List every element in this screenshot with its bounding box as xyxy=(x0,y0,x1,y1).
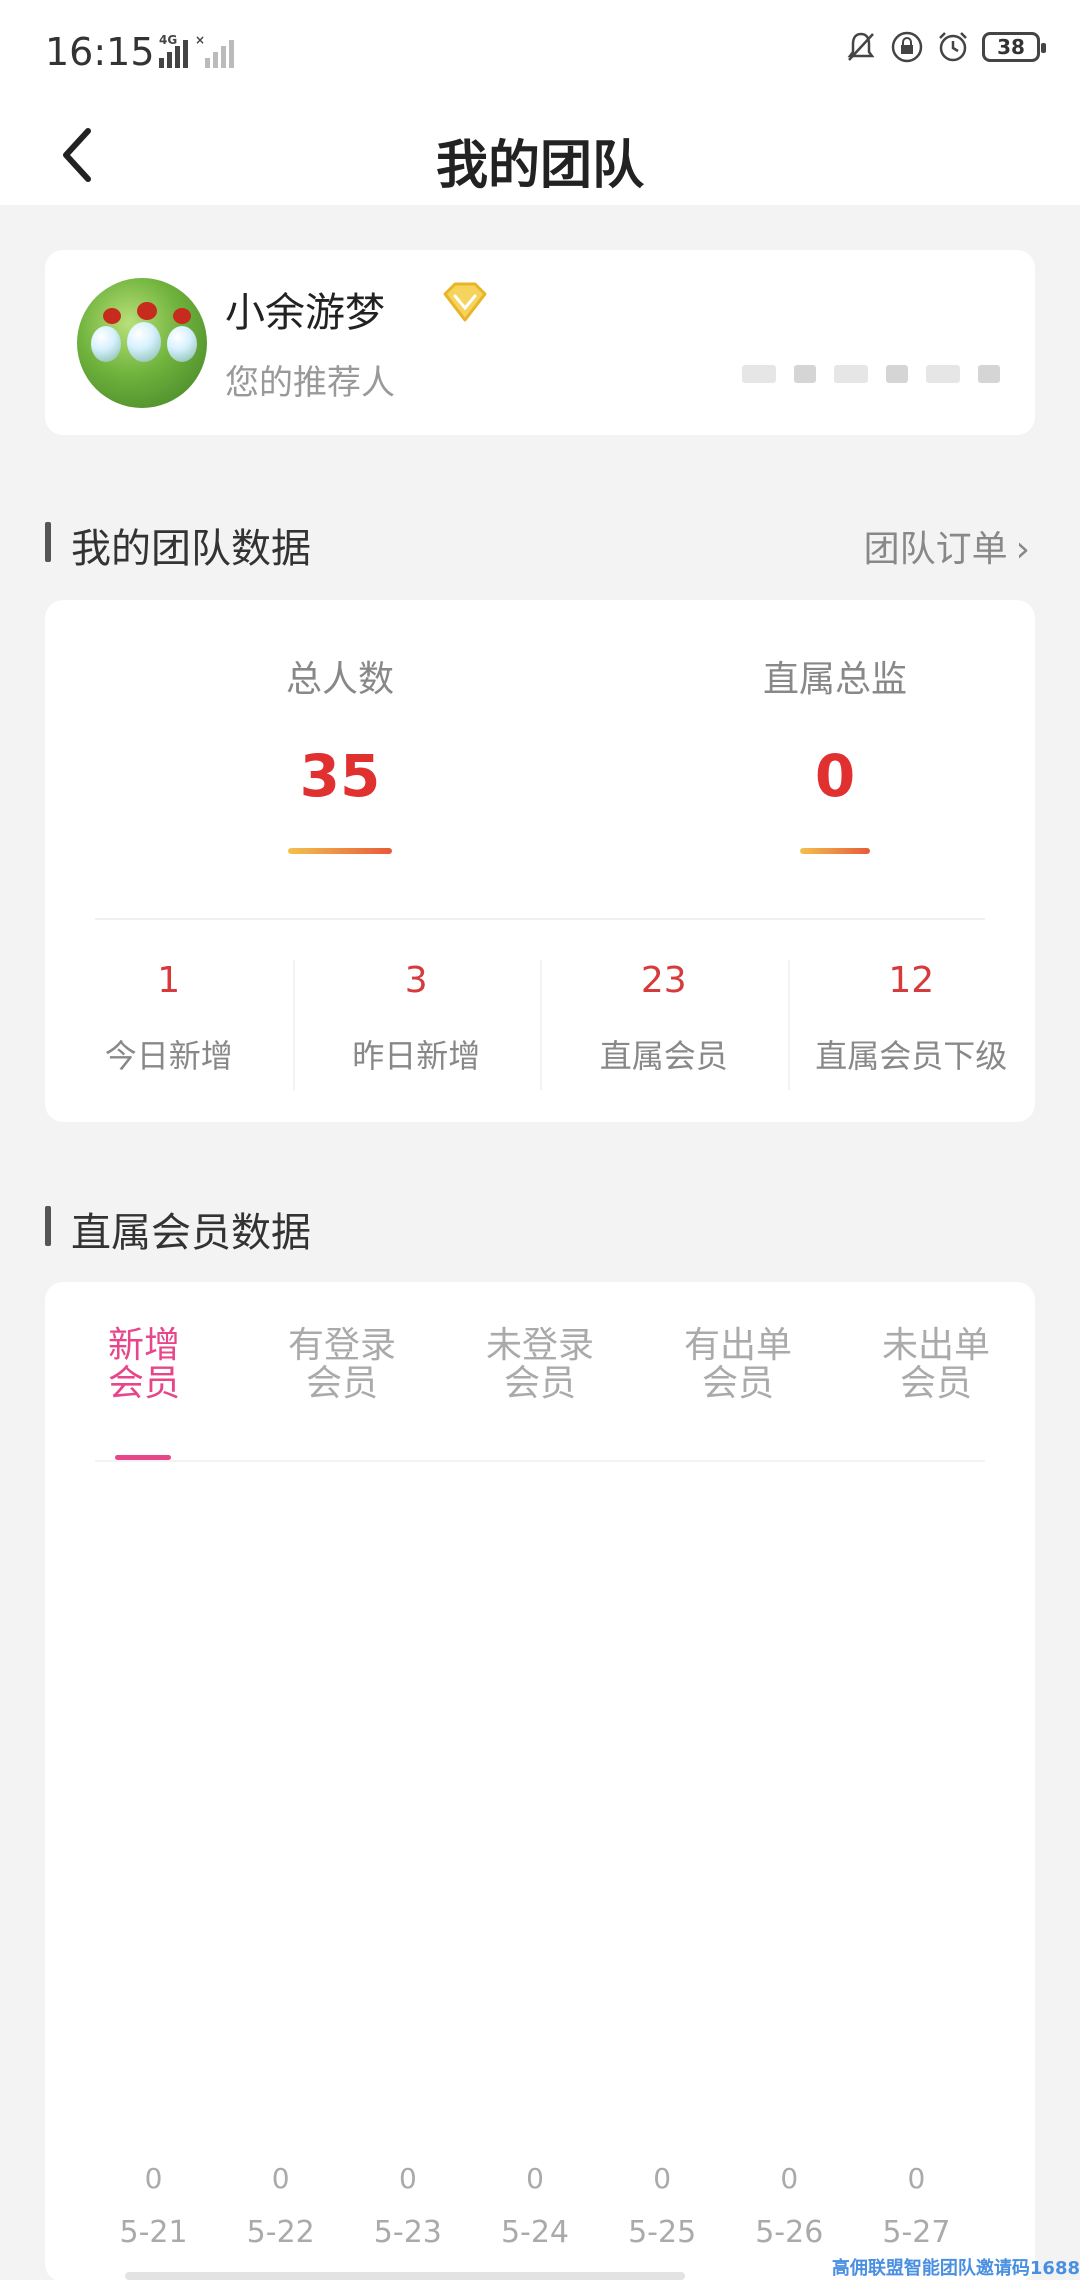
direct-supervisor-underline xyxy=(800,848,870,854)
tab-not-ordered-members[interactable]: 未出单 会员 xyxy=(837,1327,1035,1427)
total-members-label: 总人数 xyxy=(285,659,394,700)
stat-value: 12 xyxy=(888,960,935,1001)
chart-column: 0 5-21 xyxy=(90,2162,217,2250)
tab-logged-in-members[interactable]: 有登录 会员 xyxy=(243,1327,441,1427)
total-members-underline xyxy=(288,848,392,854)
lock-rotation-icon xyxy=(891,31,923,63)
chart-column: 0 5-24 xyxy=(471,2162,598,2250)
chart-value-label: 0 xyxy=(907,2162,926,2195)
tab-new-members[interactable]: 新增 会员 xyxy=(45,1327,243,1427)
chart-date-label: 5-27 xyxy=(882,2215,951,2250)
stat-today-new[interactable]: 1 今日新增 xyxy=(45,960,293,1090)
chart-column: 0 5-27 xyxy=(853,2162,980,2250)
tab-label-line2: 会员 xyxy=(107,1363,180,1404)
tab-label-line2: 会员 xyxy=(701,1363,774,1404)
tab-label-line1: 有出单 xyxy=(683,1325,792,1366)
chart-value-label: 0 xyxy=(526,2162,544,2195)
stat-direct-members[interactable]: 23 直属会员 xyxy=(540,960,788,1090)
member-tabs: 新增 会员 有登录 会员 未登录 会员 有出单 会员 未出单 会员 xyxy=(45,1327,1035,1427)
tab-label-line1: 新增 xyxy=(107,1325,180,1366)
team-stats-row: 1 今日新增 3 昨日新增 23 直属会员 12 直属会员下级 xyxy=(45,960,1035,1090)
referrer-card[interactable]: 小余游梦 您的推荐人 xyxy=(45,250,1035,435)
tab-label-line2: 会员 xyxy=(503,1363,576,1404)
direct-supervisor-label: 直属总监 xyxy=(762,659,907,700)
diamond-icon xyxy=(443,282,487,322)
divider xyxy=(95,918,985,920)
chart-value-label: 0 xyxy=(653,2162,672,2195)
stat-label: 直属会员 xyxy=(599,1037,728,1075)
chart-value-label: 0 xyxy=(144,2162,163,2195)
total-members-stat[interactable]: 总人数 35 xyxy=(190,650,490,854)
status-time: 16:15 xyxy=(45,30,155,74)
chart-value-label: 0 xyxy=(271,2162,290,2195)
status-icons: 38 xyxy=(844,30,1046,64)
direct-supervisor-value: 0 xyxy=(814,742,856,810)
tab-label-line2: 会员 xyxy=(305,1363,378,1404)
chart-value-label: 0 xyxy=(780,2162,799,2195)
chart-date-label: 5-21 xyxy=(119,2215,188,2250)
chart-date-label: 5-26 xyxy=(755,2215,824,2250)
stat-label: 昨日新增 xyxy=(352,1037,481,1075)
stat-value: 3 xyxy=(404,960,428,1001)
total-members-value: 35 xyxy=(299,742,381,810)
stat-value: 23 xyxy=(640,960,687,1001)
tab-label-line1: 未登录 xyxy=(485,1325,594,1366)
chart-column: 0 5-23 xyxy=(344,2162,471,2250)
referrer-name: 小余游梦 xyxy=(225,290,385,336)
member-data-title: 直属会员数据 xyxy=(71,1210,311,1256)
page-title: 我的团队 xyxy=(435,136,644,196)
team-data-title: 我的团队数据 xyxy=(71,526,311,572)
chart-column: 0 5-22 xyxy=(217,2162,344,2250)
svg-text:4G: 4G xyxy=(159,33,177,47)
tab-divider xyxy=(95,1460,985,1462)
tab-ordered-members[interactable]: 有出单 会员 xyxy=(639,1327,837,1427)
battery-icon: 38 xyxy=(982,32,1046,62)
heading-bar xyxy=(45,1206,51,1246)
bell-muted-icon xyxy=(847,32,875,61)
chart-scrollbar[interactable] xyxy=(125,2272,685,2280)
heading-bar xyxy=(45,522,51,562)
chart-date-label: 5-25 xyxy=(628,2215,697,2250)
referrer-role: 您的推荐人 xyxy=(225,363,395,403)
team-orders-link[interactable]: 团队订单 › xyxy=(864,520,1030,572)
direct-supervisor-stat[interactable]: 直属总监 0 xyxy=(685,650,985,854)
app-header: 我的团队 xyxy=(0,105,1080,205)
chevron-right-icon: › xyxy=(1015,529,1030,570)
watermark-text: 高佣联盟智能团队邀请码1688 xyxy=(831,2258,1080,2279)
referrer-contact-masked xyxy=(742,365,1000,383)
tab-label-line2: 会员 xyxy=(899,1363,972,1404)
chart-date-label: 5-22 xyxy=(246,2215,315,2250)
tab-label-line1: 有登录 xyxy=(287,1325,396,1366)
chart-value-label: 0 xyxy=(398,2162,417,2195)
status-bar: 16:15 4G × 38 xyxy=(0,0,1080,105)
chart-column: 0 5-25 xyxy=(599,2162,726,2250)
chart-column: 0 5-26 xyxy=(726,2162,853,2250)
stat-label: 今日新增 xyxy=(104,1037,233,1075)
chart-date-label: 5-23 xyxy=(373,2215,442,2250)
svg-text:×: × xyxy=(195,33,205,47)
chart-date-label: 5-24 xyxy=(500,2215,570,2250)
chart-axis: 0 5-21 0 5-22 0 5-23 0 5-24 0 5-25 0 5-26 0 5-27 xyxy=(90,2162,980,2250)
stat-direct-member-subordinates[interactable]: 12 直属会员下级 xyxy=(787,960,1036,1090)
signal-icon: 4G × xyxy=(159,33,234,68)
alarm-icon xyxy=(939,32,967,62)
stat-value: 1 xyxy=(157,960,181,1001)
tab-not-logged-in-members[interactable]: 未登录 会员 xyxy=(441,1327,639,1427)
member-data-card: 新增 会员 有登录 会员 未登录 会员 有出单 会员 未出单 会员 0 5-21 0… xyxy=(45,1282,1035,2280)
stat-yesterday-new[interactable]: 3 昨日新增 xyxy=(292,960,541,1090)
stat-label: 直属会员下级 xyxy=(815,1037,1008,1075)
team-data-card: 总人数 35 直属总监 0 1 今日新增 3 昨日新增 23 直属会员 12 直… xyxy=(45,600,1035,1122)
tab-label-line1: 未出单 xyxy=(881,1325,990,1366)
team-orders-label: 团队订单 xyxy=(863,529,1008,570)
avatar xyxy=(77,278,207,408)
